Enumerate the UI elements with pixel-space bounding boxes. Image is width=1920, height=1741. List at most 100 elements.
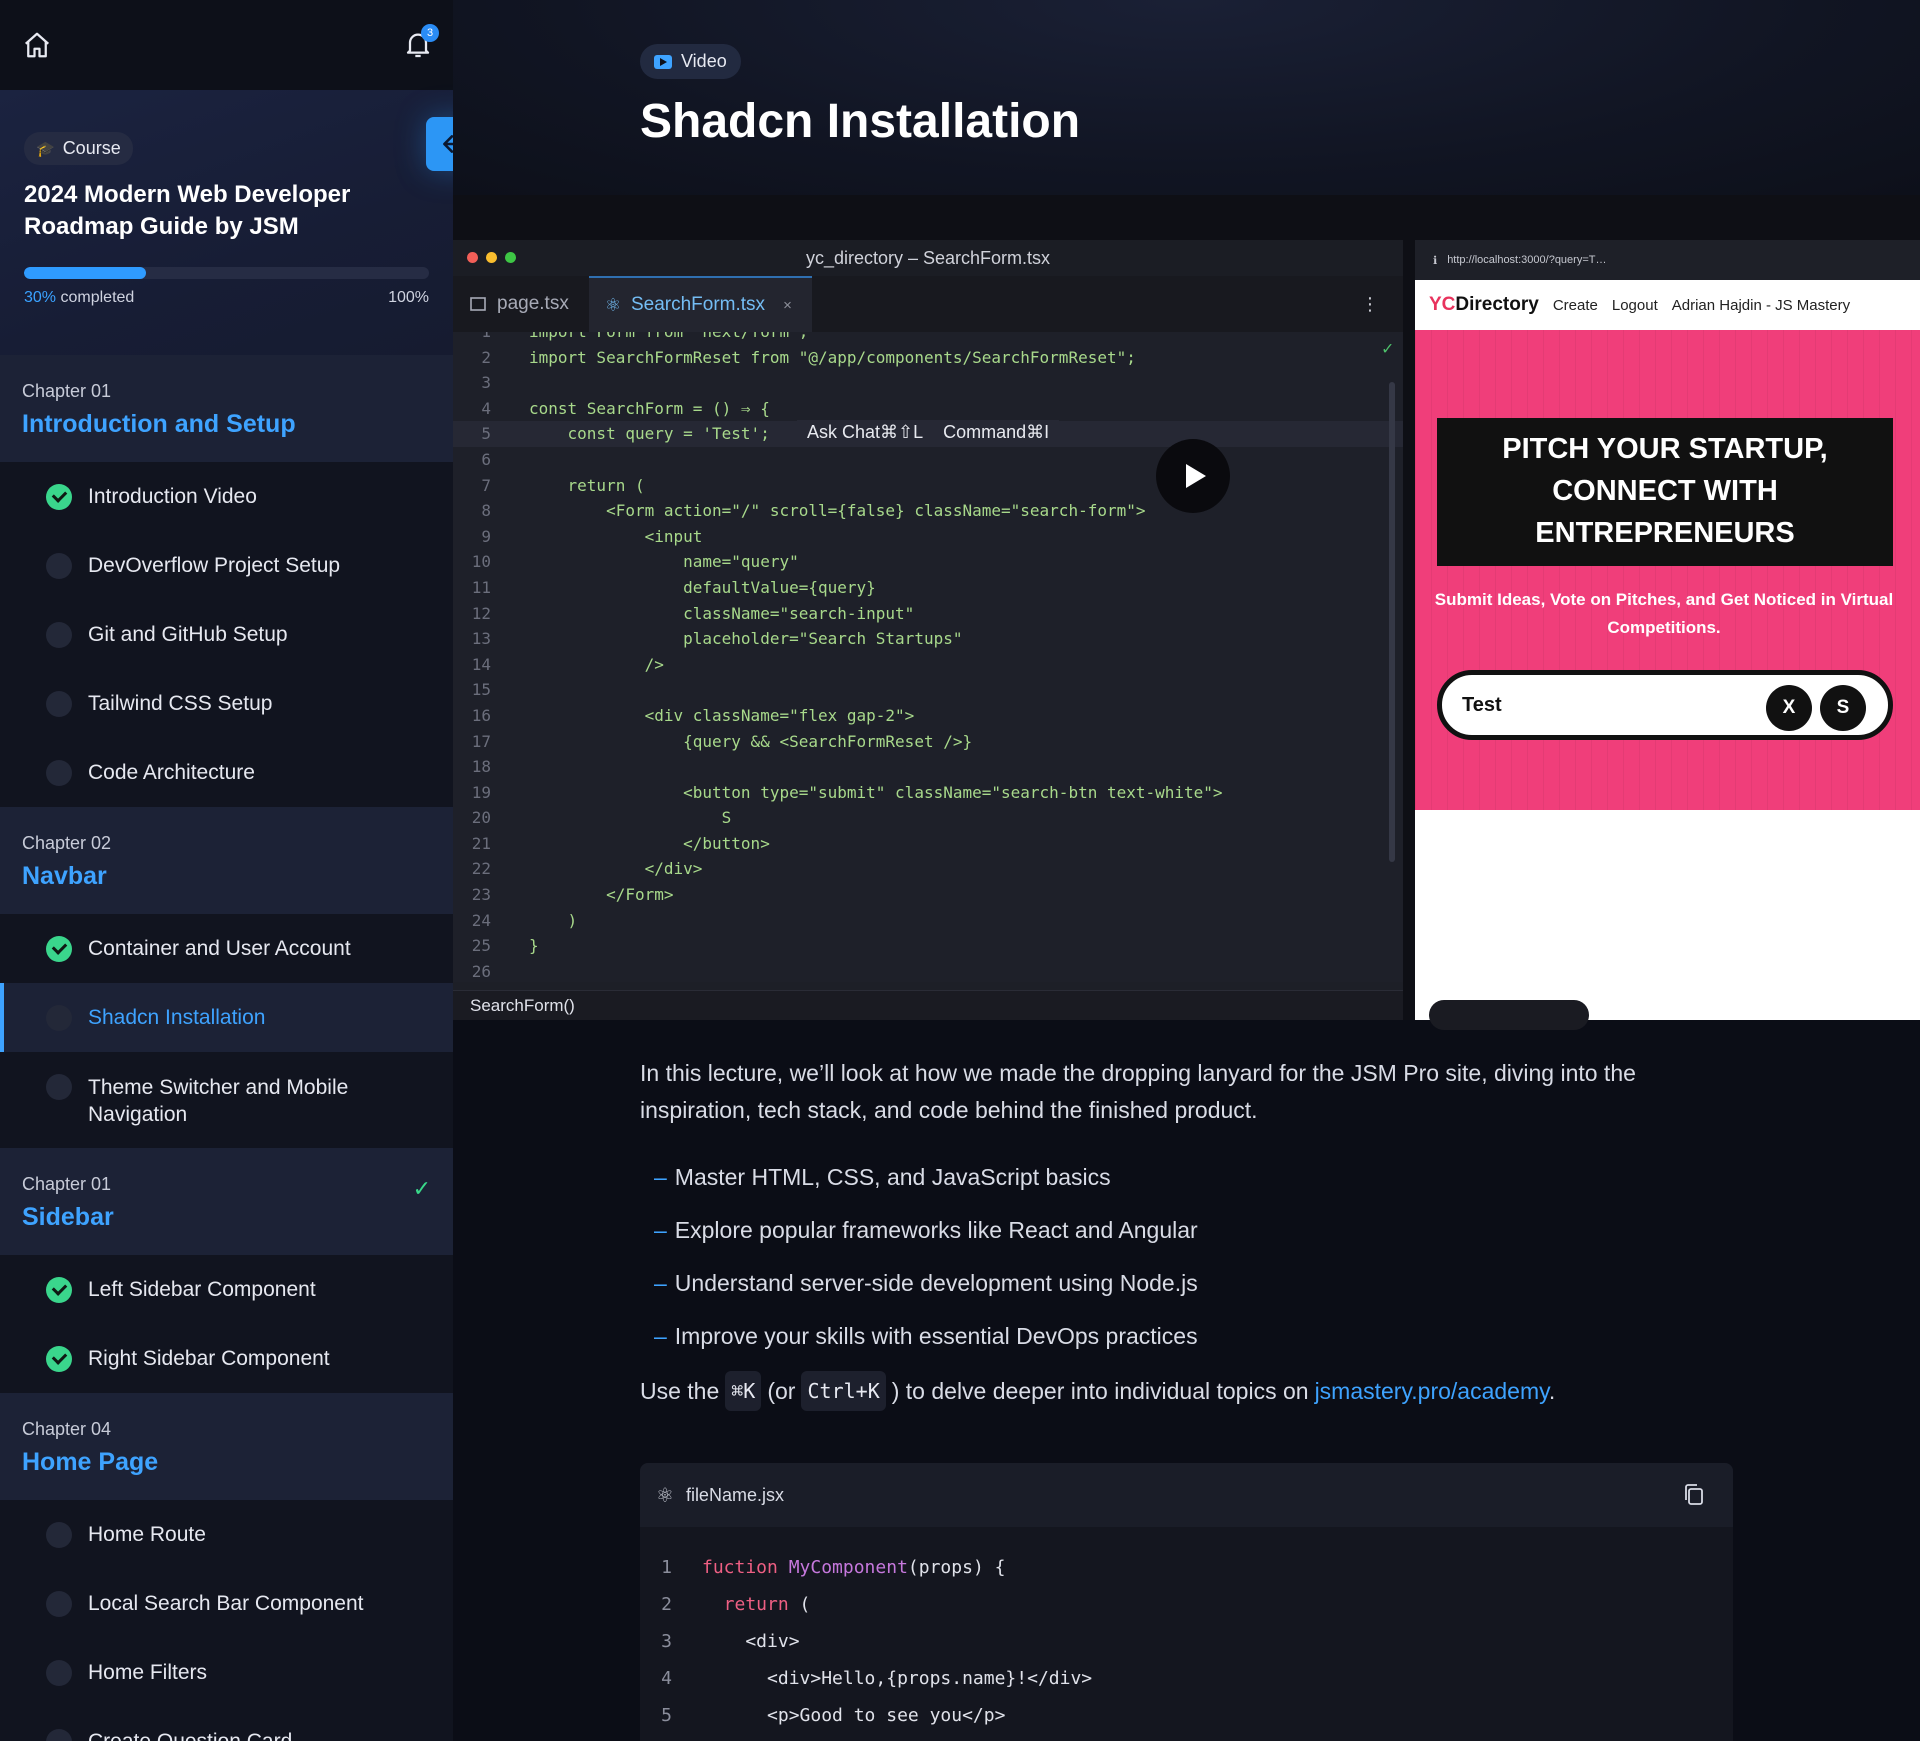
course-sidebar: 3 🎓 Course 2024 Modern Web Developer Roa… <box>0 0 453 1741</box>
line-number: 5 <box>481 424 491 444</box>
list-item: – Master HTML, CSS, and JavaScript basics <box>640 1151 1730 1204</box>
code-text: <input <box>529 526 703 546</box>
maximize-dot-icon <box>505 252 516 263</box>
code-text: import Form from "next/form"; <box>529 332 808 341</box>
editor-window-title: yc_directory – SearchForm.tsx <box>805 248 1051 268</box>
circle-icon <box>46 1728 72 1741</box>
chapter-header[interactable]: Chapter 02 Navbar <box>0 807 453 914</box>
lesson-item[interactable]: Container and User Account <box>0 914 453 983</box>
line-number: 3 <box>661 1631 672 1652</box>
line-number: 19 <box>471 782 491 802</box>
line-number: 1 <box>661 1557 672 1578</box>
chapter-number: Chapter 01 <box>22 381 112 401</box>
lesson-item[interactable]: Home Filters <box>0 1638 453 1707</box>
lesson-item[interactable]: Right Sidebar Component <box>0 1324 453 1393</box>
code-line: 8 <Form action="/" scroll={false} classN… <box>453 498 1403 524</box>
check-circle-icon <box>46 935 72 962</box>
lesson-item[interactable]: Code Architecture <box>0 738 453 807</box>
lesson-item[interactable]: Shadcn Installation <box>0 983 453 1052</box>
code-line: 4 const SearchForm = () ⇒ { <box>453 396 1403 422</box>
course-badge: 🎓 Course <box>24 132 133 165</box>
lesson-item[interactable]: Local Search Bar Component <box>0 1569 453 1638</box>
line-number: 16 <box>471 705 491 725</box>
lesson-item[interactable]: DevOverflow Project Setup <box>0 531 453 600</box>
lesson-item[interactable]: Create Question Card <box>0 1707 453 1741</box>
site-subhead: Submit Ideas, Vote on Pitches, and Get N… <box>1434 590 1894 637</box>
lesson-title: Home Filters <box>88 1660 208 1684</box>
kbd-ctrl-k: Ctrl+K <box>801 1371 886 1411</box>
bullet-dash: – <box>654 1164 667 1190</box>
code-line: 23 </Form> <box>453 882 1403 908</box>
code-line: 3 <div> <box>640 1623 1733 1660</box>
browser-url: http://localhost:3000/?query=T… <box>1447 254 1607 266</box>
circle-icon <box>46 621 72 648</box>
play-button[interactable] <box>1156 439 1230 513</box>
home-icon[interactable] <box>22 30 52 60</box>
bullet-text: Master HTML, CSS, and JavaScript basics <box>674 1164 1111 1190</box>
copy-icon[interactable] <box>1683 1483 1705 1507</box>
bullet-dash: – <box>654 1217 667 1243</box>
check-circle-icon <box>46 483 72 510</box>
code-line: 19 <button type="submit" className="sear… <box>453 780 1403 806</box>
site-logo-yc: YC <box>1429 294 1456 315</box>
video-frame-editor: yc_directory – SearchForm.tsx page.tsx ⚛… <box>453 240 1403 1020</box>
lesson-item[interactable]: Introduction Video <box>0 462 453 531</box>
code-text: placeholder="Search Startups" <box>529 629 963 649</box>
code-text: className="search-input" <box>529 603 915 623</box>
lesson-title: Git and GitHub Setup <box>88 622 288 646</box>
lesson-title: Left Sidebar Component <box>88 1277 316 1301</box>
video-player[interactable]: yc_directory – SearchForm.tsx page.tsx ⚛… <box>453 195 1920 1030</box>
code-snippet: ⚛ fileName.jsx 1 fuction MyComponent(prop… <box>640 1463 1733 1741</box>
circle-icon <box>46 552 72 579</box>
lesson-item[interactable]: Git and GitHub Setup <box>0 600 453 669</box>
line-number: 6 <box>481 449 491 469</box>
code-line: 16 <div className="flex gap-2"> <box>453 703 1403 729</box>
line-number: 13 <box>471 629 491 649</box>
lesson-item[interactable]: Tailwind CSS Setup <box>0 669 453 738</box>
line-number: 14 <box>471 654 491 674</box>
tab-close-icon: × <box>783 296 792 314</box>
chapter-header[interactable]: Chapter 01 Sidebar ✓ <box>0 1148 453 1255</box>
line-number: 26 <box>471 961 491 981</box>
code-line: 24 ) <box>453 908 1403 934</box>
code-text: } <box>529 936 539 956</box>
code-line: 3 <box>453 370 1403 396</box>
circle-icon <box>46 1004 72 1031</box>
chapter-number: Chapter 01 <box>22 1174 112 1194</box>
line-number: 24 <box>471 910 491 930</box>
bullet-text: Understand server-side development using… <box>674 1270 1198 1296</box>
chapter-header[interactable]: Chapter 01 Introduction and Setup <box>0 355 453 462</box>
site-nav-logout: Logout <box>1611 296 1658 314</box>
chapter-header[interactable]: Chapter 04 Home Page <box>0 1393 453 1500</box>
static-route-toast <box>1429 1000 1589 1030</box>
line-number: 7 <box>481 475 491 495</box>
line-number: 5 <box>661 1705 672 1726</box>
minimize-dot-icon <box>486 252 497 263</box>
site-nav-user: Adrian Hajdin - JS Mastery <box>1671 296 1851 314</box>
lesson-item[interactable]: Theme Switcher and Mobile Navigation <box>0 1052 453 1148</box>
tab-label: SearchForm.tsx <box>630 294 766 315</box>
code-text: defaultValue={query} <box>529 577 876 597</box>
code-text: return ( <box>529 475 645 495</box>
lesson-title: Local Search Bar Component <box>88 1591 364 1615</box>
code-text: const SearchForm = () ⇒ { <box>529 398 770 418</box>
chapter-list: Chapter 01 Introduction and Setup Introd… <box>0 355 453 1741</box>
circle-icon <box>46 1074 72 1100</box>
editor-code: 1 import Form from "next/form"; 2 import Se… <box>453 332 1403 982</box>
circle-icon <box>46 690 72 717</box>
lesson-item[interactable]: Left Sidebar Component <box>0 1255 453 1324</box>
graduation-cap-icon: 🎓 <box>36 140 55 158</box>
editor-breadcrumb: SearchForm() <box>453 990 1403 1020</box>
line-number: 21 <box>471 833 491 853</box>
code-line: 26 <box>453 959 1403 982</box>
academy-link[interactable]: jsmastery.pro/academy <box>1315 1378 1549 1404</box>
lesson-item[interactable]: Home Route <box>0 1500 453 1569</box>
bullet-list: – Master HTML, CSS, and JavaScript basics… <box>640 1151 1730 1363</box>
code-line: 13 placeholder="Search Startups" <box>453 626 1403 652</box>
lesson-title: Shadcn Installation <box>88 1005 266 1029</box>
lesson-type-label: Video <box>681 51 727 71</box>
info-icon: ℹ <box>1433 254 1438 267</box>
code-line: 20 S <box>453 805 1403 831</box>
code-text: <p>Good to see you</p> <box>702 1705 1006 1726</box>
lesson-title: Create Question Card <box>88 1729 293 1741</box>
